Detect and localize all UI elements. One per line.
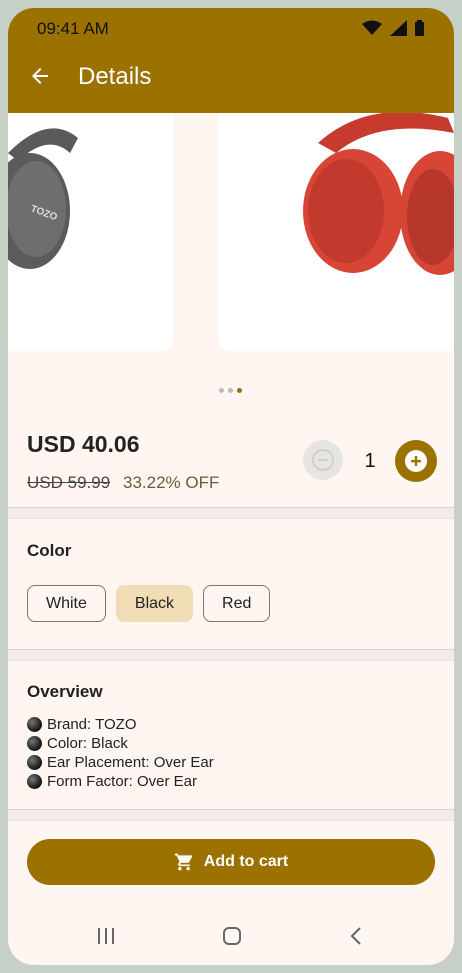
- cart-icon: [174, 853, 193, 871]
- bullet-icon: [27, 774, 42, 789]
- color-chip-white[interactable]: White: [27, 585, 106, 622]
- bullet-icon: [27, 736, 42, 751]
- overview-heading: Overview: [27, 682, 103, 701]
- list-item: Ear Placement: Over Ear: [27, 753, 214, 772]
- color-chip-red[interactable]: Red: [203, 585, 271, 622]
- section-divider: [8, 649, 454, 661]
- quantity-value: 1: [364, 450, 376, 472]
- carousel-dot-active: [237, 388, 242, 393]
- back-arrow-icon[interactable]: [28, 64, 52, 88]
- current-price: USD 40.06: [27, 431, 140, 457]
- add-to-cart-label: Add to cart: [203, 853, 289, 870]
- bullet-icon: [27, 755, 42, 770]
- increase-button[interactable]: [395, 440, 437, 482]
- wifi-icon: [362, 20, 382, 35]
- page-title: Details: [78, 63, 152, 90]
- image-carousel[interactable]: TOZO: [8, 113, 454, 355]
- signal-icon: [390, 20, 407, 36]
- list-item: Brand: TOZO: [27, 715, 214, 734]
- carousel-indicator: [219, 388, 242, 393]
- minus-icon: [312, 449, 334, 471]
- color-chip-black[interactable]: Black: [115, 585, 194, 622]
- list-item: Form Factor: Over Ear: [27, 772, 214, 791]
- decrease-button[interactable]: [303, 440, 343, 480]
- color-options: White Black Red: [27, 585, 271, 622]
- home-icon[interactable]: [221, 925, 243, 947]
- product-image-1: TOZO: [8, 113, 173, 351]
- nav-back-icon[interactable]: [348, 925, 364, 947]
- status-icons: [362, 20, 424, 36]
- battery-icon: [415, 20, 424, 36]
- carousel-dot: [219, 388, 224, 393]
- bullet-icon: [27, 717, 42, 732]
- quantity-stepper: 1: [303, 440, 437, 482]
- list-item: Color: Black: [27, 734, 214, 753]
- original-price: USD 59.99: [27, 473, 111, 492]
- product-image-3: [218, 113, 454, 351]
- section-divider: [8, 809, 454, 821]
- recents-icon[interactable]: [96, 925, 116, 947]
- discount-label: 33.22% OFF: [123, 473, 220, 492]
- section-divider: [8, 507, 454, 519]
- system-navigation-bar: [8, 913, 454, 965]
- app-bar: 09:41 AM Details: [8, 8, 454, 113]
- color-heading: Color: [27, 541, 72, 560]
- plus-icon: [405, 450, 427, 472]
- carousel-dot: [228, 388, 233, 393]
- add-to-cart-button[interactable]: Add to cart: [27, 839, 435, 885]
- phone-screen: 09:41 AM Details TOZO USD 40.06 USD 59.9…: [8, 8, 454, 965]
- overview-list: Brand: TOZO Color: Black Ear Placement: …: [27, 715, 214, 791]
- status-time: 09:41 AM: [37, 19, 109, 38]
